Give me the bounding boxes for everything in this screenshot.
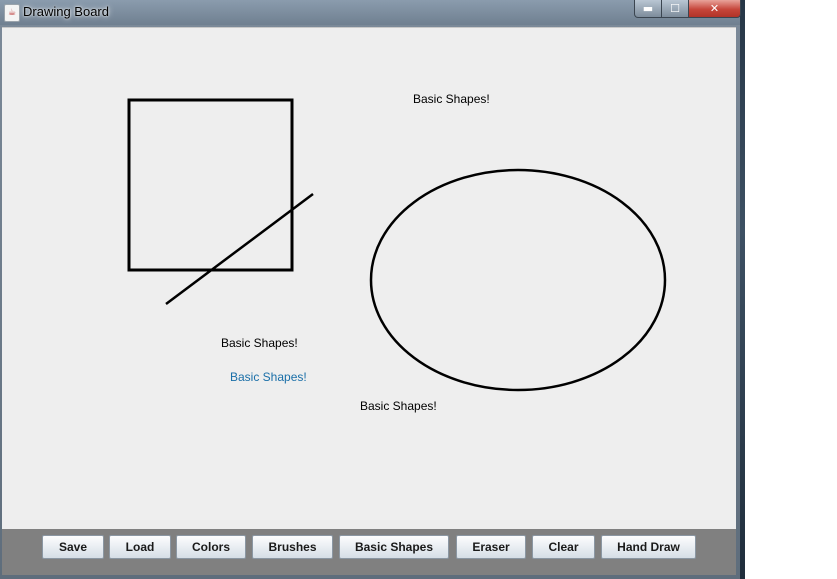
- shape-text-3: Basic Shapes!: [230, 370, 307, 384]
- maximize-icon: ☐: [670, 2, 680, 15]
- clear-button[interactable]: Clear: [532, 535, 595, 559]
- window-title: Drawing Board: [23, 4, 109, 19]
- shape-text-1: Basic Shapes!: [413, 92, 490, 106]
- basic-shapes-button[interactable]: Basic Shapes: [339, 535, 449, 559]
- eraser-button[interactable]: Eraser: [456, 535, 526, 559]
- hand-draw-button[interactable]: Hand Draw: [601, 535, 696, 559]
- close-icon: ✕: [709, 2, 720, 15]
- brushes-button[interactable]: Brushes: [252, 535, 333, 559]
- shapes-layer: [127, 98, 667, 392]
- colors-button[interactable]: Colors: [176, 535, 246, 559]
- minimize-button[interactable]: ▬: [634, 0, 662, 18]
- drawn-square: [127, 98, 294, 272]
- drawing-canvas[interactable]: Basic Shapes! Basic Shapes! Basic Shapes…: [2, 27, 736, 530]
- close-button[interactable]: ✕: [689, 0, 741, 18]
- shape-text-2: Basic Shapes!: [221, 336, 298, 350]
- shape-text-4: Basic Shapes!: [360, 399, 437, 413]
- load-button[interactable]: Load: [109, 535, 171, 559]
- save-button[interactable]: Save: [42, 535, 104, 559]
- window-controls: ▬ ☐ ✕: [634, 0, 741, 18]
- title-bar[interactable]: ☕ Drawing Board: [0, 0, 740, 25]
- toolbar: Save Load Colors Brushes Basic Shapes Er…: [2, 529, 736, 575]
- drawn-ellipse: [369, 168, 667, 392]
- java-cup-icon: ☕: [4, 4, 20, 22]
- maximize-button[interactable]: ☐: [662, 0, 689, 18]
- app-window: ☕ Drawing Board ▬ ☐ ✕ Basic Shapes! Basi…: [0, 0, 741, 579]
- minimize-icon: ▬: [642, 2, 654, 15]
